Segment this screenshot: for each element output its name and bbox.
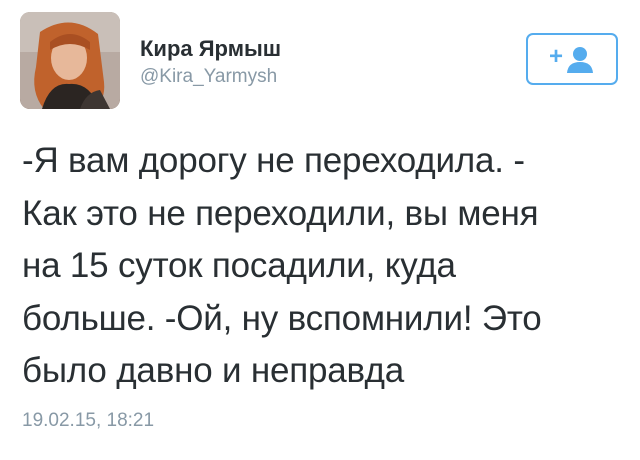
tweet-timestamp[interactable]: 19.02.15, 18:21 — [22, 410, 154, 432]
tweet-text: -Я вам дорогу не переходила. - Как это н… — [22, 135, 622, 398]
tweet-text-line: на 15 суток посадили, куда — [22, 246, 456, 285]
tweet-text-line: было давно и неправда — [22, 351, 405, 390]
tweet-text-line: -Я вам дорогу не переходила. - — [22, 141, 525, 180]
tweet-text-line: больше. -Ой, ну вспомнили! Это — [22, 298, 542, 338]
author-screen-name[interactable]: @Kira_Yarmysh — [140, 66, 277, 88]
plus-icon: + — [548, 43, 563, 70]
author-display-name[interactable]: Кира Ярмыш — [140, 36, 281, 62]
avatar-image — [20, 12, 120, 109]
follow-person-icon — [567, 47, 593, 73]
tweet-card: Кира Ярмыш @Kira_Yarmysh + -Я вам дорогу… — [0, 0, 640, 460]
follow-button[interactable]: + — [526, 33, 618, 85]
tweet-text-line: Как это не переходили, вы меня — [22, 193, 539, 233]
avatar[interactable] — [20, 12, 120, 109]
